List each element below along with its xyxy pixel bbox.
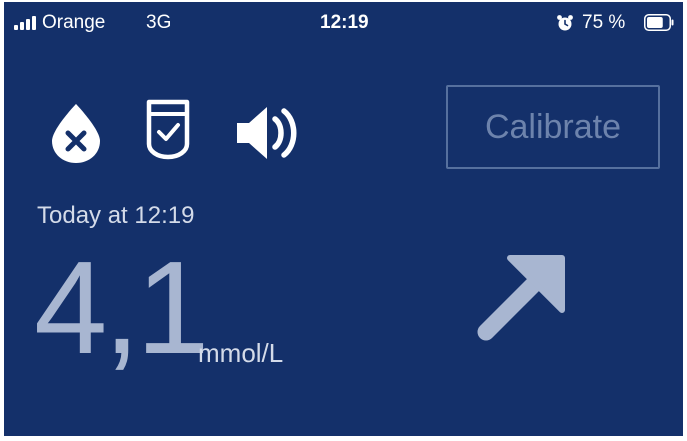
glucose-unit: mmol/L	[198, 338, 284, 368]
status-time: 12:19	[320, 12, 369, 33]
reading-timestamp: Today at 12:19	[37, 202, 195, 229]
glucose-drop-error-icon[interactable]	[48, 103, 104, 165]
sensor-ok-icon[interactable]	[146, 99, 190, 161]
trend-arrow-up-right-icon	[477, 255, 565, 341]
alarm-icon	[557, 15, 573, 31]
battery-icon	[644, 14, 674, 31]
calibrate-button[interactable]: Calibrate	[446, 85, 660, 169]
battery-percent: 75 %	[582, 12, 626, 33]
glucose-value: 4,1	[34, 234, 209, 381]
app-screen: Orange 3G 12:19 75 % Calibrate Today at	[4, 2, 683, 436]
sound-on-icon[interactable]	[235, 105, 299, 161]
carrier-name: Orange	[42, 12, 106, 33]
network-type: 3G	[146, 12, 172, 33]
signal-icon	[14, 16, 36, 30]
status-bar: Orange 3G 12:19 75 %	[4, 2, 683, 46]
